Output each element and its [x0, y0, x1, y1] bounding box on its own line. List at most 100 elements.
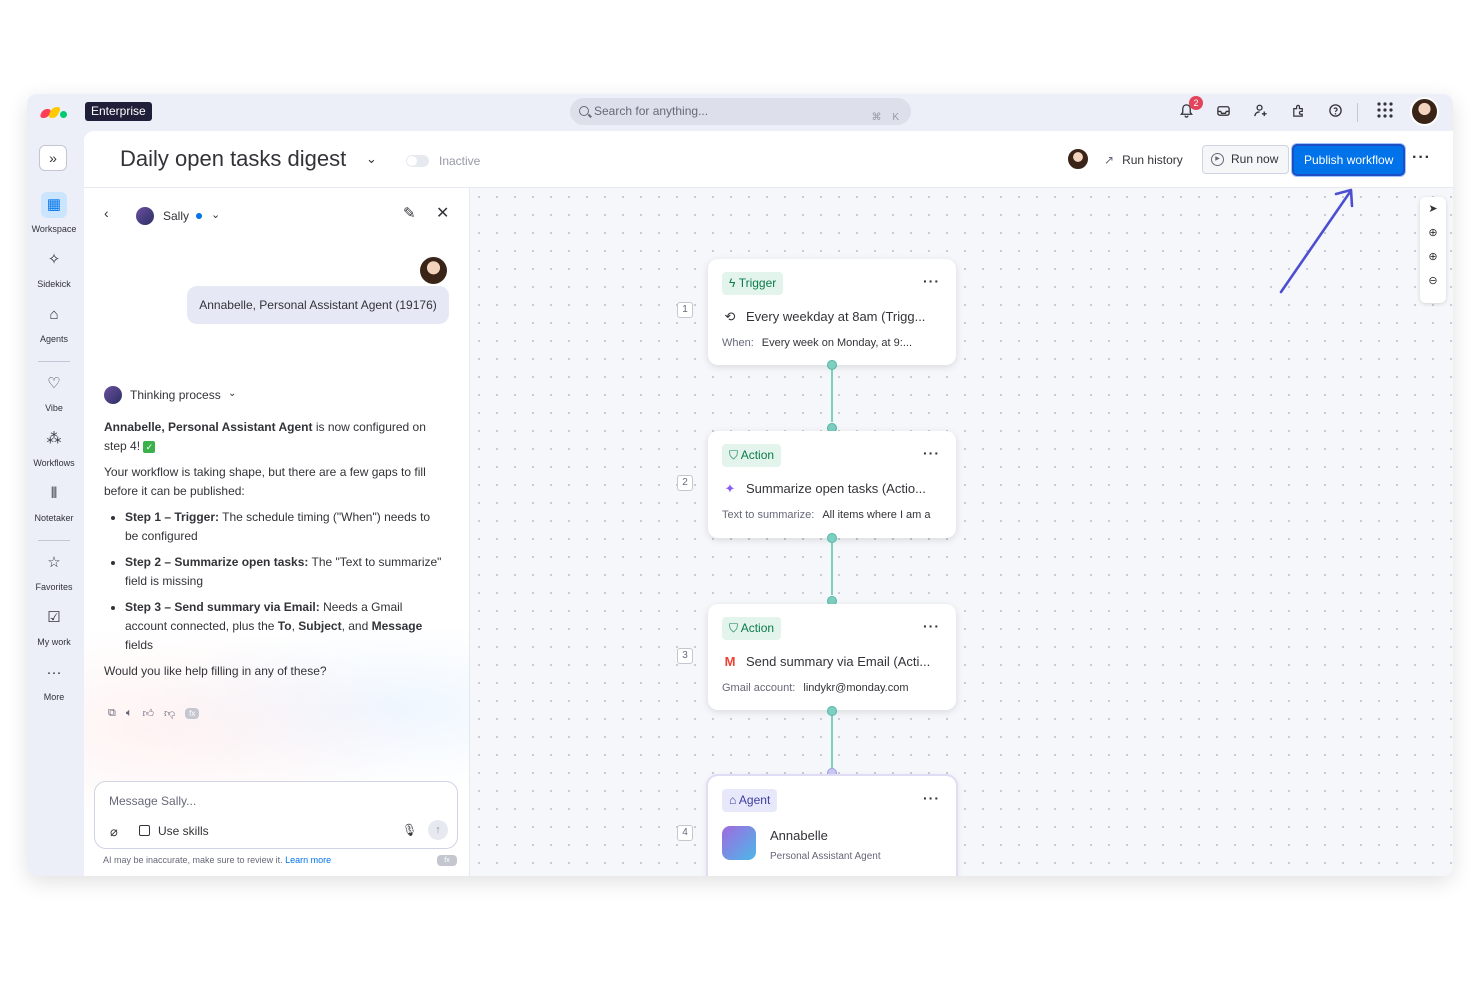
new-chat-icon[interactable]: ✎	[403, 204, 416, 222]
fx-badge: fx	[437, 855, 457, 866]
connector-node[interactable]	[827, 706, 837, 716]
sidebar-item-workflows[interactable]: ⁂ Workflows	[27, 426, 81, 468]
chevron-down-icon: ⌄	[228, 388, 237, 399]
chevron-down-icon[interactable]: ⌄	[211, 208, 220, 221]
card-title-text: Every weekday at 8am (Trigg...	[746, 309, 926, 324]
sidebar-item-label: My work	[37, 637, 71, 647]
field-label: Gmail account:	[722, 682, 796, 694]
notifications-button[interactable]: 2	[1175, 96, 1203, 123]
send-button[interactable]: ↑	[428, 820, 448, 840]
run-history-button[interactable]: ↗ Run history	[1104, 153, 1183, 167]
learn-more-link[interactable]: Learn more	[285, 855, 331, 865]
chevron-double-right-icon: »	[49, 150, 57, 166]
app-grid-icon	[1376, 101, 1394, 123]
help-button[interactable]	[1324, 101, 1346, 123]
card-menu-button[interactable]: ···	[923, 273, 940, 289]
search-icon	[579, 106, 589, 116]
microphone-icon[interactable]: 🎙︎	[402, 823, 417, 837]
question-paragraph: Would you like help filling in any of th…	[104, 664, 327, 678]
run-now-button[interactable]: ▶ Run now	[1202, 145, 1290, 174]
speaker-icon[interactable]: 🔈︎	[126, 707, 133, 720]
action-icon: ⛉	[729, 448, 741, 462]
canvas-toolbar: ➤ ⊕ ⊕ ⊖	[1420, 197, 1446, 303]
star-icon: ☆	[47, 554, 61, 571]
close-icon[interactable]: ✕	[436, 203, 449, 223]
publish-workflow-button[interactable]: Publish workflow	[1292, 144, 1406, 176]
action-card[interactable]: ⛉ Action ··· ✦ Summarize open tasks (Acti…	[708, 431, 956, 538]
zoom-out-icon[interactable]: ⊖	[1420, 269, 1446, 293]
message-input[interactable]: Message Sally...	[109, 794, 196, 808]
copy-icon[interactable]: ⧉	[108, 707, 116, 720]
sidebar-item-sidekick[interactable]: ✧ Sidekick	[27, 247, 81, 289]
thumbs-down-icon[interactable]: 👎︎	[164, 707, 175, 720]
fx-badge[interactable]: fx	[185, 708, 200, 719]
sidebar-item-label: Sidekick	[37, 279, 71, 289]
activation-toggle[interactable]	[406, 155, 429, 167]
step-ref: Step 2 – Summarize open tasks:	[125, 555, 309, 569]
action-card[interactable]: ⛉ Action ··· M Send summary via Email (Ac…	[708, 604, 956, 710]
add-user-icon	[1253, 103, 1268, 122]
invite-members-button[interactable]	[1249, 101, 1271, 123]
inbox-button[interactable]	[1212, 101, 1234, 123]
card-field: When: Every week on Monday, at 9:...	[722, 337, 944, 349]
sidebar-item-notetaker[interactable]: ⫴ Notetaker	[27, 481, 81, 523]
page-title[interactable]: Daily open tasks digest	[120, 146, 346, 172]
field-value: All items where I am a	[822, 509, 931, 521]
calendar-check-icon: ☑	[47, 609, 61, 626]
locate-icon[interactable]: ⊕	[1420, 221, 1446, 245]
sidebar-item-favorites[interactable]: ☆ Favorites	[27, 550, 81, 592]
step-number: 4	[677, 825, 693, 841]
pointer-icon[interactable]: ➤	[1420, 197, 1446, 221]
sidebar-item-agents[interactable]: ⌂ Agents	[27, 302, 81, 344]
connector-line	[831, 716, 833, 768]
search-input[interactable]: Search for anything... ⌘ K	[570, 98, 911, 125]
summary-paragraph: Your workflow is taking shape, but there…	[104, 465, 426, 498]
card-menu-button[interactable]: ···	[923, 445, 940, 461]
agent-avatar	[722, 826, 756, 860]
online-status-dot	[196, 213, 202, 219]
apps-marketplace-button[interactable]	[1287, 101, 1309, 123]
thumbs-up-icon[interactable]: 👍︎	[142, 707, 154, 720]
message-composer[interactable]: Message Sally... ⌀ Use skills 🎙︎ ↑	[94, 781, 458, 849]
step-number: 1	[677, 302, 693, 318]
agent-ref: Annabelle, Personal Assistant Agent	[104, 420, 313, 434]
sidebar-item-more[interactable]: ··· More	[27, 660, 81, 702]
user-avatar[interactable]	[1410, 97, 1439, 126]
connector-node[interactable]	[827, 360, 837, 370]
product-switcher-button[interactable]	[1374, 101, 1396, 123]
use-skills-button[interactable]: Use skills	[139, 824, 209, 838]
agent-avatar	[135, 206, 155, 226]
field-ref: To	[277, 619, 292, 633]
tag-label: Trigger	[738, 276, 777, 290]
agent-card[interactable]: ⌂ Agent ··· Annabelle Personal Assistant…	[708, 776, 956, 876]
attachment-icon[interactable]: ⌀	[110, 824, 118, 840]
monday-logo[interactable]	[38, 104, 69, 120]
back-arrow-icon[interactable]: ‹	[104, 205, 109, 221]
search-placeholder: Search for anything...	[594, 104, 709, 118]
chat-panel: ‹ Sally ⌄ ✎ ✕ Annabelle, Personal Assist…	[84, 188, 470, 876]
sidebar-item-workspace[interactable]: ▦ Workspace	[27, 192, 81, 234]
waveform-icon: ⫴	[50, 485, 58, 502]
agent-role: Personal Assistant Agent	[770, 851, 881, 862]
app-window: Enterprise Search for anything... ⌘ K 2	[27, 94, 1453, 876]
agent-icon: ⌂	[729, 793, 739, 807]
owner-avatar[interactable]	[1066, 147, 1090, 171]
more-options-button[interactable]: ···	[1412, 149, 1431, 167]
sidebar-item-vibe[interactable]: ♡ Vibe	[27, 371, 81, 413]
zoom-in-icon[interactable]: ⊕	[1420, 245, 1446, 269]
grid-icon: ▦	[41, 192, 67, 218]
left-sidebar: » ▦ Workspace ✧ Sidekick ⌂ Agents ♡ Vibe…	[27, 131, 84, 876]
sidebar-item-my-work[interactable]: ☑ My work	[27, 605, 81, 647]
chevron-down-icon[interactable]: ⌄	[366, 151, 377, 167]
connector-node[interactable]	[827, 533, 837, 543]
trend-icon: ↗	[1104, 153, 1115, 167]
gap-text: fields	[125, 638, 154, 652]
sidebar-item-label: Notetaker	[34, 513, 74, 523]
trigger-card[interactable]: ϟ Trigger ··· ⟲ Every weekday at 8am (Tri…	[708, 259, 956, 365]
ai-sparkle-icon: ✦	[724, 481, 736, 496]
expand-sidebar-button[interactable]: »	[39, 145, 67, 171]
agent-name[interactable]: Sally	[163, 209, 189, 223]
agent-icon: ⌂	[49, 306, 59, 323]
card-menu-button[interactable]: ···	[923, 790, 940, 806]
card-menu-button[interactable]: ···	[923, 618, 940, 634]
